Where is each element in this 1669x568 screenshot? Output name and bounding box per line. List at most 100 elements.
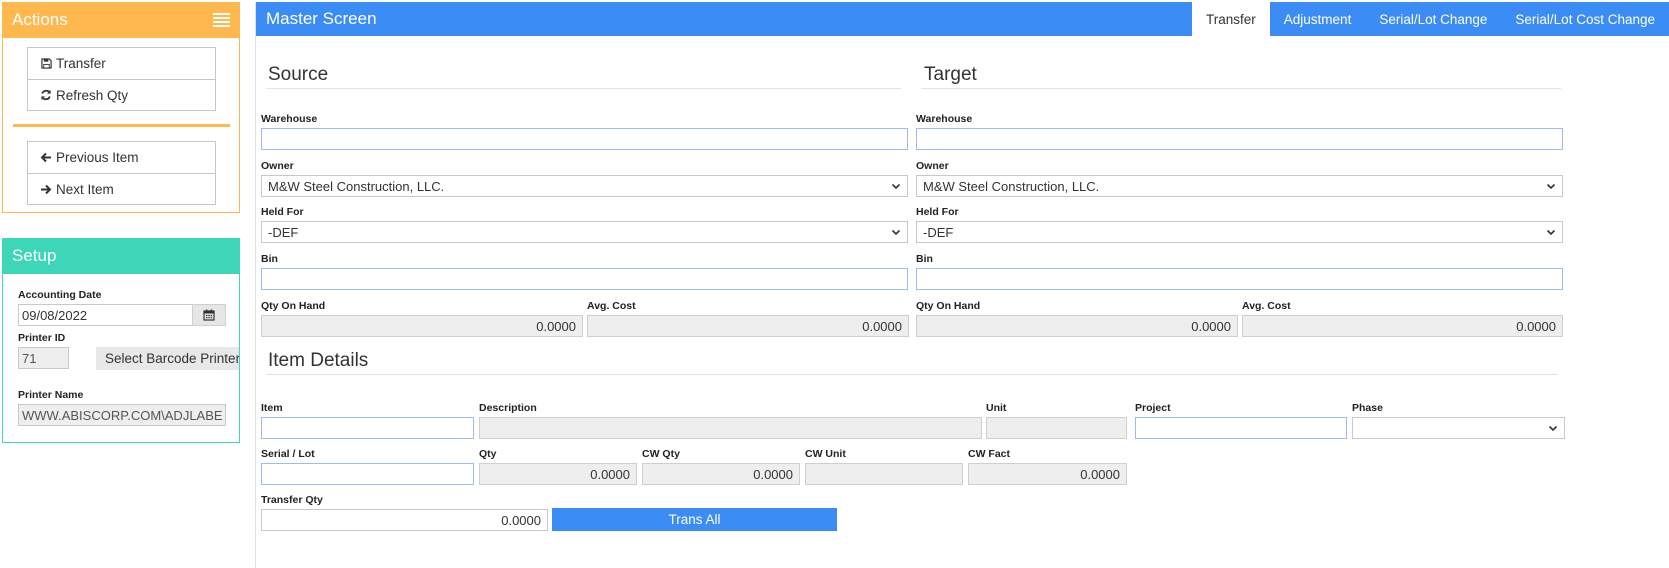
target-owner-value: M&W Steel Construction, LLC. — [923, 178, 1100, 194]
source-held-for-value: -DEF — [268, 224, 299, 240]
setup-header: Setup — [2, 238, 240, 274]
source-bin-input[interactable] — [261, 268, 908, 290]
unit-label: Unit — [986, 402, 1007, 414]
tab-serial-lot-cost-change[interactable]: Serial/Lot Cost Change — [1501, 2, 1669, 36]
refresh-qty-button-label: Refresh Qty — [56, 87, 129, 103]
source-title: Source — [268, 64, 329, 85]
target-qty-on-hand-label: Qty On Hand — [916, 300, 981, 312]
printer-name-label: Printer Name — [18, 389, 84, 401]
source-warehouse-label: Warehouse — [261, 113, 318, 125]
source-owner-label: Owner — [261, 160, 294, 172]
refresh-qty-button[interactable]: Refresh Qty — [28, 79, 215, 110]
select-barcode-printer-button[interactable]: Select Barcode Printer — [96, 347, 239, 370]
target-held-for-value: -DEF — [923, 224, 954, 240]
item-label: Item — [261, 402, 283, 414]
description-label: Description — [479, 402, 537, 414]
target-held-for-select[interactable]: -DEF — [916, 221, 1563, 243]
target-held-for-label: Held For — [916, 206, 959, 218]
chevron-down-icon — [891, 229, 901, 236]
serial-lot-label: Serial / Lot — [261, 448, 315, 460]
project-input[interactable] — [1135, 417, 1347, 439]
setup-panel: Setup Accounting Date Printer ID Select … — [2, 238, 240, 443]
actions-group-navigation: Previous Item Next Item — [27, 141, 216, 205]
master-tabs: Transfer Adjustment Serial/Lot Change Se… — [1192, 2, 1669, 36]
target-owner-select[interactable]: M&W Steel Construction, LLC. — [916, 175, 1563, 197]
qty-input — [479, 463, 637, 485]
chevron-down-icon — [891, 183, 901, 190]
target-bin-label: Bin — [916, 253, 933, 265]
target-title: Target — [924, 64, 977, 85]
serial-lot-input[interactable] — [261, 463, 474, 485]
item-details-title: Item Details — [268, 350, 369, 371]
transfer-button[interactable]: Transfer — [28, 48, 215, 79]
unit-input — [986, 417, 1127, 439]
cw-fact-label: CW Fact — [968, 448, 1010, 460]
actions-title: Actions — [12, 10, 68, 29]
target-bin-input[interactable] — [916, 268, 1563, 290]
cw-unit-input — [805, 463, 963, 485]
qty-label: Qty — [479, 448, 497, 460]
hamburger-menu-icon[interactable] — [213, 13, 230, 27]
calendar-button[interactable] — [192, 304, 226, 326]
transfer-qty-input[interactable] — [261, 509, 548, 531]
next-item-button[interactable]: Next Item — [28, 173, 215, 204]
trans-all-button[interactable]: Trans All — [552, 508, 837, 531]
source-bin-label: Bin — [261, 253, 278, 265]
cw-unit-label: CW Unit — [805, 448, 846, 460]
target-qty-on-hand-input — [916, 315, 1238, 337]
master-header: Master Screen Transfer Adjustment Serial… — [256, 2, 1669, 36]
source-avg-cost-label: Avg. Cost — [587, 300, 636, 312]
chevron-down-icon — [1546, 229, 1556, 236]
target-avg-cost-input — [1242, 315, 1563, 337]
source-warehouse-input[interactable] — [261, 128, 908, 150]
phase-label: Phase — [1352, 402, 1383, 414]
setup-title: Setup — [12, 246, 57, 265]
tab-transfer[interactable]: Transfer — [1192, 2, 1270, 36]
source-held-for-label: Held For — [261, 206, 304, 218]
refresh-icon — [39, 89, 53, 101]
previous-item-button[interactable]: Previous Item — [28, 142, 215, 173]
project-label: Project — [1135, 402, 1171, 414]
source-held-for-select[interactable]: -DEF — [261, 221, 908, 243]
source-divider — [266, 88, 901, 89]
cw-fact-input — [968, 463, 1127, 485]
target-avg-cost-label: Avg. Cost — [1242, 300, 1291, 312]
actions-header: Actions — [2, 2, 240, 38]
tab-adjustment[interactable]: Adjustment — [1270, 2, 1366, 36]
accounting-date-label: Accounting Date — [18, 289, 102, 301]
save-icon — [39, 58, 53, 69]
chevron-down-icon — [1548, 425, 1558, 432]
printer-id-input — [18, 347, 69, 369]
arrow-right-icon — [39, 184, 53, 195]
actions-divider — [13, 124, 230, 127]
transfer-button-label: Transfer — [56, 56, 106, 71]
tab-serial-lot-change[interactable]: Serial/Lot Change — [1365, 2, 1501, 36]
target-divider — [921, 88, 1561, 89]
target-owner-label: Owner — [916, 160, 949, 172]
phase-select[interactable] — [1352, 417, 1565, 439]
printer-name-input — [18, 404, 226, 426]
target-warehouse-label: Warehouse — [916, 113, 973, 125]
calendar-icon — [203, 309, 215, 321]
previous-item-button-label: Previous Item — [56, 150, 139, 165]
chevron-down-icon — [1546, 183, 1556, 190]
master-title: Master Screen — [266, 9, 377, 28]
source-owner-select[interactable]: M&W Steel Construction, LLC. — [261, 175, 908, 197]
source-qty-on-hand-input — [261, 315, 583, 337]
item-details-divider — [266, 374, 1558, 375]
cw-qty-label: CW Qty — [642, 448, 680, 460]
accounting-date-input[interactable] — [18, 304, 193, 326]
printer-id-label: Printer ID — [18, 332, 66, 344]
source-owner-value: M&W Steel Construction, LLC. — [268, 178, 445, 194]
target-warehouse-input[interactable] — [916, 128, 1563, 150]
source-qty-on-hand-label: Qty On Hand — [261, 300, 326, 312]
arrow-left-icon — [39, 152, 53, 163]
source-avg-cost-input — [587, 315, 909, 337]
description-input — [479, 417, 982, 439]
transfer-qty-label: Transfer Qty — [261, 494, 323, 506]
actions-group-primary: Transfer Refresh Qty — [27, 47, 216, 111]
item-input[interactable] — [261, 417, 474, 439]
next-item-button-label: Next Item — [56, 181, 114, 197]
actions-panel: Actions Transfer Refresh Qty Previous It… — [2, 2, 240, 213]
master-screen: Master Screen Transfer Adjustment Serial… — [255, 2, 1669, 568]
